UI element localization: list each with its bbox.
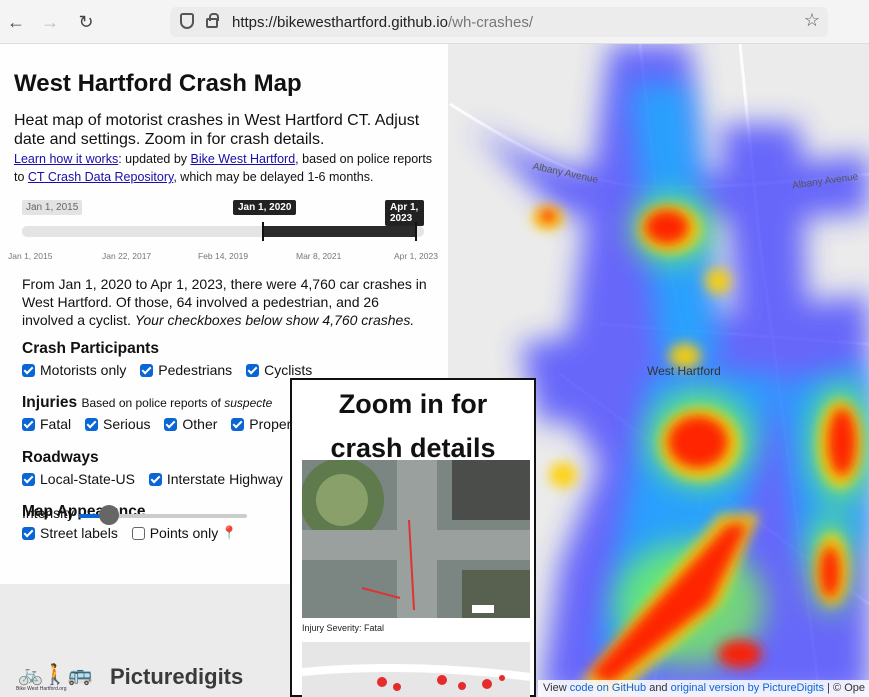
- injury-severity-label: Injury Severity: Fatal: [302, 623, 385, 633]
- learn-link[interactable]: Learn how it works: [14, 152, 118, 166]
- address-bar[interactable]: https://bikewesthartford.github.io/wh-cr…: [170, 7, 828, 37]
- intensity-label: Intensity: [22, 505, 75, 521]
- credits-text: Learn how it works: updated by Bike West…: [14, 150, 444, 186]
- lock-icon[interactable]: [206, 13, 219, 28]
- mini-map-preview: [302, 642, 530, 697]
- injuries-checkboxes: Fatal Serious Other Property: [22, 416, 312, 434]
- checkbox-label: Street labels: [40, 525, 118, 541]
- aerial-intersection-image: [302, 460, 530, 618]
- url-path: /wh-crashes/: [447, 14, 533, 31]
- github-code-link[interactable]: code on GitHub: [570, 682, 646, 694]
- credits-text-3: , which may be delayed 1-6 months.: [173, 170, 374, 184]
- credits-text-1: : updated by: [118, 152, 191, 166]
- mini-map-graphic: [302, 642, 530, 697]
- map-attribution: View code on GitHub and original version…: [538, 680, 869, 697]
- roadways-heading: Roadways: [22, 449, 99, 466]
- checkbox-label: Points only: [149, 525, 219, 541]
- checkbox-local-state-us[interactable]: Local-State-US: [22, 471, 135, 487]
- checkbox-label: Cyclists: [264, 362, 313, 378]
- checkbox-other[interactable]: Other: [164, 416, 217, 432]
- checkbox-serious[interactable]: Serious: [85, 416, 150, 432]
- bookmark-star-icon[interactable]: ☆: [804, 10, 820, 31]
- checkbox-box[interactable]: [22, 526, 35, 540]
- bike-logo-subtitle: Bike West Hartford.org: [16, 686, 67, 692]
- date-range-slider[interactable]: Jan 1, 2015 Jan 1, 2020 Apr 1, 2023 Jan …: [8, 200, 438, 264]
- map-pin-icon: 📍: [221, 525, 238, 540]
- checkbox-label: Interstate Highway: [166, 471, 283, 487]
- slider-tick: Jan 22, 2017: [102, 251, 152, 261]
- checkbox-box[interactable]: [22, 417, 35, 431]
- participants-checkboxes: Motorists only Pedestrians Cyclists: [22, 362, 322, 380]
- checkbox-box[interactable]: [85, 417, 99, 431]
- checkbox-box[interactable]: [231, 417, 245, 431]
- checkbox-label: Serious: [103, 416, 151, 432]
- checkbox-box[interactable]: [131, 526, 145, 540]
- crash-summary: From Jan 1, 2020 to Apr 1, 2023, there w…: [22, 275, 432, 329]
- place-label-west-hartford: West Hartford: [647, 364, 721, 378]
- slider-tick: Apr 1, 2023: [394, 251, 438, 261]
- to-date-tooltip: Apr 1, 2023: [385, 200, 424, 226]
- checkbox-box[interactable]: [148, 472, 162, 486]
- page-title: West Hartford Crash Map: [14, 70, 302, 97]
- url-text[interactable]: https://bikewesthartford.github.io/wh-cr…: [232, 14, 533, 31]
- slider-min-label: Jan 1, 2015: [22, 200, 83, 215]
- slider-tick: Feb 14, 2019: [198, 251, 249, 261]
- slider-tick: Jan 1, 2015: [8, 251, 53, 261]
- forward-icon[interactable]: →: [38, 10, 62, 34]
- checkbox-points-only[interactable]: Points only 📍: [131, 525, 238, 541]
- checkbox-cyclists[interactable]: Cyclists: [246, 362, 312, 378]
- checkbox-street-labels[interactable]: Street labels: [22, 525, 118, 541]
- from-handle[interactable]: [262, 222, 264, 241]
- original-version-link[interactable]: original version by PictureDigits: [671, 682, 824, 694]
- checkbox-label: Other: [182, 416, 218, 432]
- injuries-note-italic: suspecte: [224, 396, 273, 410]
- checkbox-interstate[interactable]: Interstate Highway: [148, 471, 283, 487]
- checkbox-label: Fatal: [40, 416, 72, 432]
- checkbox-box[interactable]: [22, 472, 35, 486]
- checkbox-pedestrians[interactable]: Pedestrians: [140, 362, 232, 378]
- slider-tick: Mar 8, 2021: [296, 251, 342, 261]
- attribution-text: View: [543, 682, 570, 694]
- checkbox-box[interactable]: [140, 363, 154, 377]
- slider-range-fill: [263, 226, 416, 237]
- checkbox-box[interactable]: [246, 363, 260, 377]
- pedestrian-icon: 🚶: [42, 664, 68, 686]
- zoom-popup-title: Zoom in for crash details: [292, 382, 534, 470]
- roadways-checkboxes: Local-State-US Interstate Highway: [22, 471, 293, 489]
- injuries-note: Based on police reports of suspecte: [81, 396, 272, 410]
- checkbox-fatal[interactable]: Fatal: [22, 416, 71, 432]
- back-icon[interactable]: ←: [4, 10, 28, 34]
- participants-heading: Crash Participants: [22, 340, 159, 357]
- bus-icon: 🚌: [67, 664, 93, 686]
- attribution-and: and: [646, 682, 671, 694]
- checkbox-label: Local-State-US: [40, 471, 135, 487]
- zoom-info-popup: Zoom in for crash details Injury Severit…: [290, 378, 536, 697]
- browser-toolbar: ← → ↻ https://bikewesthartford.github.io…: [0, 0, 869, 44]
- injuries-title: Injuries: [22, 394, 78, 411]
- bicycle-icon: 🚲: [18, 664, 43, 686]
- checkbox-motorists[interactable]: Motorists only: [22, 362, 126, 378]
- checkbox-box[interactable]: [164, 417, 178, 431]
- url-host: https://bikewesthartford.github.io: [232, 14, 448, 31]
- intensity-slider-thumb[interactable]: [99, 505, 119, 525]
- reload-icon[interactable]: ↻: [74, 10, 98, 34]
- checkbox-box[interactable]: [22, 363, 35, 377]
- summary-note: Your checkboxes below show 4,760 crashes…: [134, 312, 415, 328]
- checkbox-label: Motorists only: [40, 362, 127, 378]
- bike-west-hartford-logo[interactable]: 🚲🚶🚌: [18, 662, 93, 687]
- attribution-rest: | © Ope: [824, 682, 865, 694]
- bike-west-hartford-link[interactable]: Bike West Hartford: [191, 152, 296, 166]
- appearance-checkboxes: Street labels Points only 📍: [22, 525, 247, 543]
- shield-icon[interactable]: [180, 13, 194, 29]
- injuries-note-text: Based on police reports of: [81, 396, 225, 410]
- zoom-popup-line1: Zoom in for: [338, 389, 488, 419]
- picturedigits-logo[interactable]: Picturedigits: [110, 664, 243, 690]
- aerial-photo-graphic: [302, 460, 530, 618]
- checkbox-label: Pedestrians: [158, 362, 233, 378]
- from-date-tooltip: Jan 1, 2020: [233, 200, 297, 215]
- page-description: Heat map of motorist crashes in West Har…: [14, 112, 420, 148]
- ct-crash-repo-link[interactable]: CT Crash Data Repository: [28, 170, 173, 184]
- injuries-heading: Injuries Based on police reports of susp…: [22, 394, 272, 412]
- to-handle[interactable]: [415, 222, 417, 241]
